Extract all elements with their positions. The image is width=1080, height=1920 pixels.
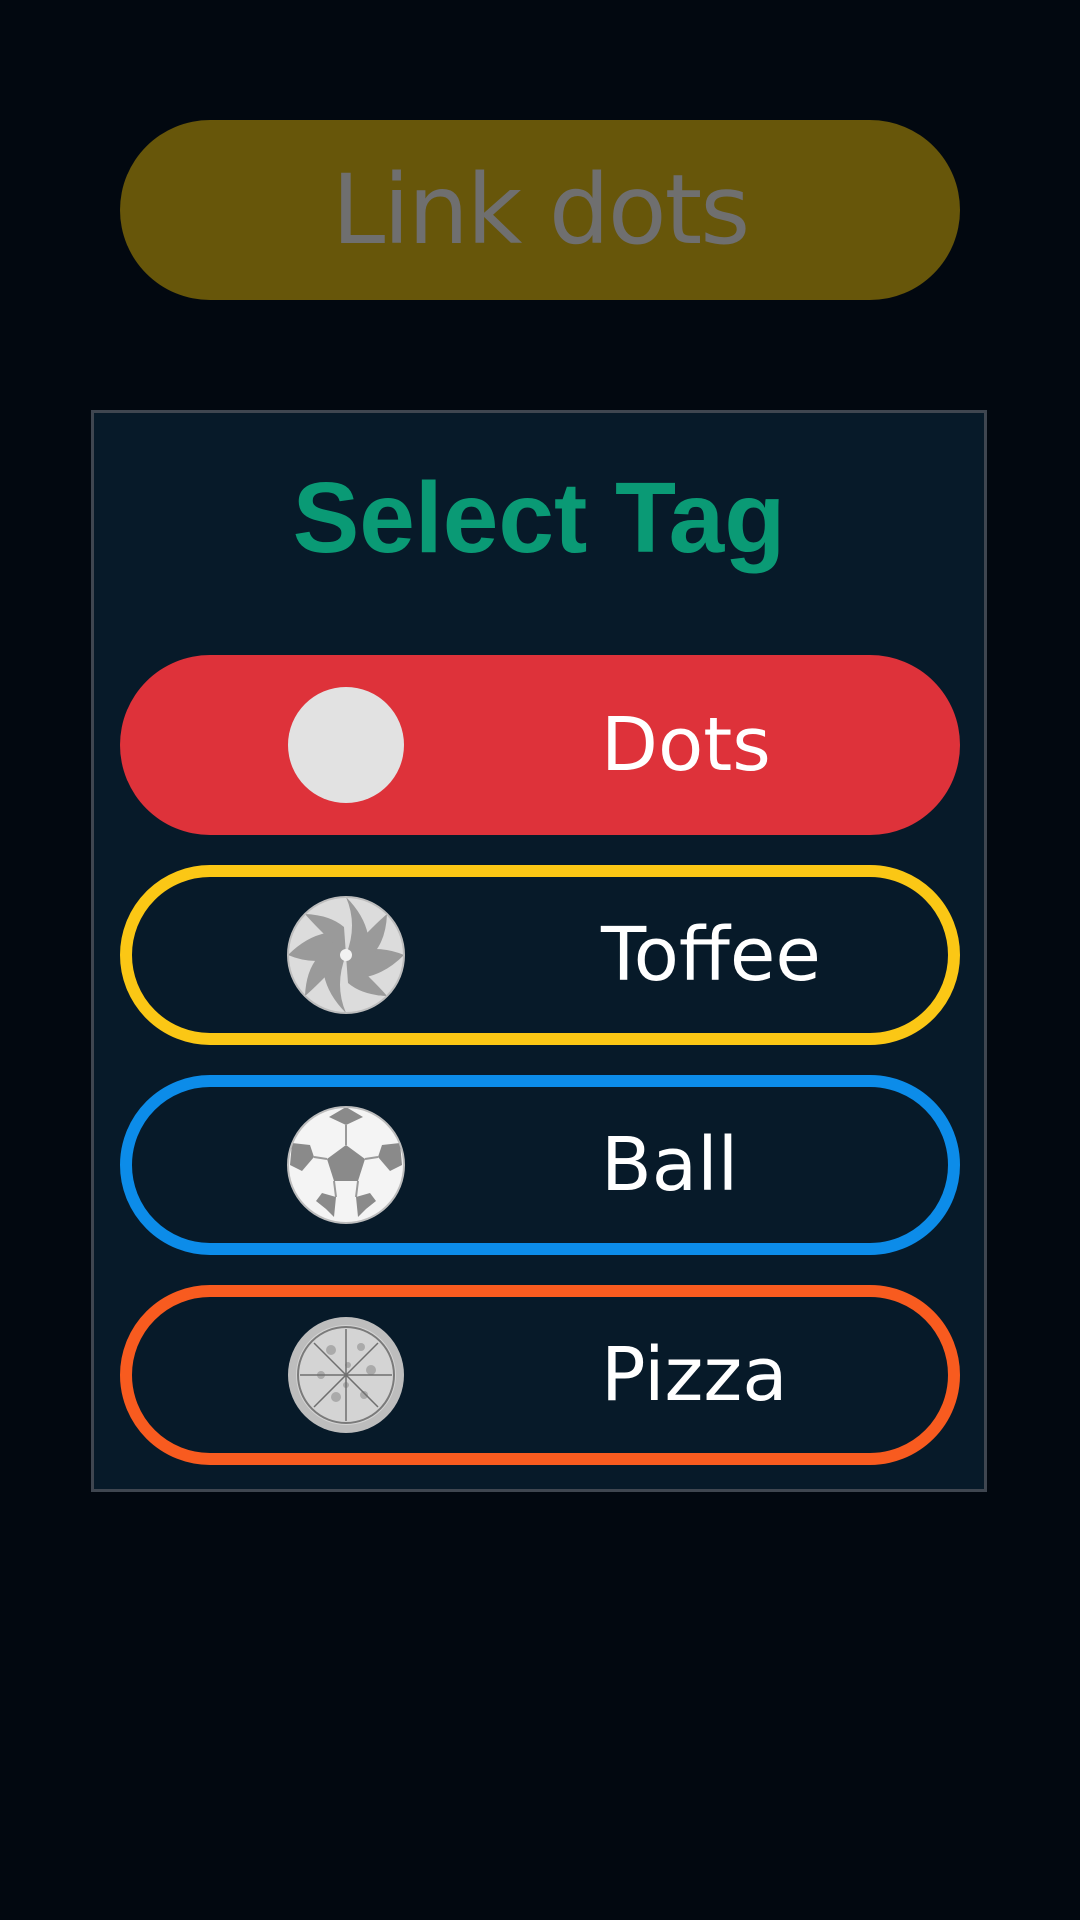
tag-option-label: Ball <box>601 1122 739 1208</box>
link-dots-button-label: Link dots <box>331 154 750 266</box>
tag-option-dots[interactable]: Dots <box>120 655 960 835</box>
tag-option-label: Dots <box>601 702 771 788</box>
tag-option-label: Toffee <box>601 912 821 998</box>
tag-option-toffee[interactable]: Toffee <box>120 865 960 1045</box>
dialog-title: Select Tag <box>292 462 786 574</box>
pizza-icon <box>286 1315 406 1435</box>
tag-option-label: Pizza <box>601 1332 788 1418</box>
link-dots-button[interactable]: Link dots <box>120 120 960 300</box>
tag-option-pizza[interactable]: Pizza <box>120 1285 960 1465</box>
toffee-icon <box>286 895 406 1015</box>
tag-option-ball[interactable]: Ball <box>120 1075 960 1255</box>
dots-icon <box>286 685 406 805</box>
ball-icon <box>286 1105 406 1225</box>
app-screen: Link dots Select Tag Dots Toffee Ball Pi… <box>0 0 1080 1920</box>
